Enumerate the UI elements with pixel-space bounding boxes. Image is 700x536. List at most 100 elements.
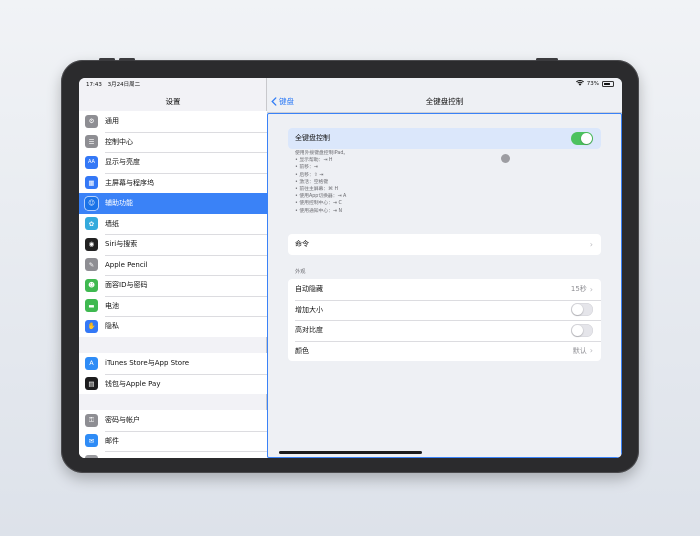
status-time: 17:43 bbox=[86, 82, 102, 88]
sidebar-item-0-9[interactable]: ▬ 电池 bbox=[79, 295, 267, 317]
shortcut-line: • 前移：⇥ bbox=[295, 165, 318, 171]
detail-navbar: 键盘 全键盘控制 bbox=[267, 90, 622, 113]
sidebar-item-1-1[interactable]: ▤ 钱包与Apple Pay bbox=[79, 373, 267, 395]
sidebar-item-label: iTunes Store与App Store bbox=[105, 359, 190, 368]
key-icon: ⚿ bbox=[85, 413, 98, 427]
face-id-icon: ☻ bbox=[85, 278, 98, 292]
toggles-icon: ☰ bbox=[85, 135, 98, 149]
wifi-icon bbox=[575, 79, 584, 88]
hand-icon: ✋ bbox=[85, 319, 98, 333]
ipad-screen: 17:43 3月24日周二 73% 设置 ⚙ 通用 ☰ 控制中心 AA 显示与亮度 ▦ 主屏幕… bbox=[79, 78, 622, 458]
volume-button bbox=[119, 58, 135, 61]
gear-icon: ⚙ bbox=[85, 114, 98, 128]
sidebar-group-accounts: ⚿ 密码与帐户 ✉ 邮件 bbox=[79, 410, 267, 458]
appearance-section-header: 外观 bbox=[295, 269, 306, 275]
appearance-row-label: 自动隐藏 bbox=[295, 285, 323, 294]
appearance-row-label: 增加大小 bbox=[295, 305, 323, 314]
shortcut-line: • 前往主屏幕：⌘ H bbox=[295, 187, 339, 193]
appearance-row-label: 高对比度 bbox=[295, 326, 323, 335]
appearance-row-value-group: 15秒 › bbox=[571, 284, 593, 294]
sidebar-item-label: 邮件 bbox=[105, 436, 119, 445]
sidebar-item-label: 面容ID与密码 bbox=[105, 281, 148, 290]
shortcut-line: • 激活：空格键 bbox=[295, 179, 329, 185]
sidebar-item-0-0[interactable]: ⚙ 通用 bbox=[79, 111, 267, 132]
volume-button bbox=[99, 58, 115, 61]
appearance-row-value: 默认 bbox=[572, 346, 587, 355]
appearance-row-value: 15秒 bbox=[570, 285, 587, 294]
status-date: 3月24日周二 bbox=[107, 82, 141, 88]
back-button[interactable]: 键盘 bbox=[271, 90, 294, 113]
sidebar-item-1-0[interactable]: AiTunes Store与App Store bbox=[79, 353, 267, 374]
chevron-right-icon: › bbox=[589, 346, 593, 356]
battery-icon: ▬ bbox=[85, 299, 98, 313]
description-intro: 使用外接键盘控制iPad。 bbox=[295, 151, 349, 156]
appearance-row-0[interactable]: 自动隐藏 15秒 › bbox=[288, 279, 601, 300]
pointer-cursor bbox=[501, 154, 510, 163]
appearance-toggle[interactable] bbox=[571, 323, 593, 337]
shortcut-line: • 使用控制中心：⇥ C bbox=[295, 201, 342, 207]
siri-icon: ◉ bbox=[85, 237, 98, 251]
sidebar-item-0-8[interactable]: ☻ 面容ID与密码 bbox=[79, 275, 267, 296]
sidebar-group-main: ⚙ 通用 ☰ 控制中心 AA 显示与亮度 ▦ 主屏幕与程序坞 ☺ 辅助功能 ✿ 墙纸 ◉ Siri与搜索 ✎… bbox=[79, 111, 267, 337]
sidebar-item-2-2[interactable] bbox=[79, 451, 267, 458]
full-keyboard-access-label: 全键盘控制 bbox=[295, 134, 330, 143]
sidebar-item-0-4[interactable]: ☺ 辅助功能 bbox=[79, 193, 267, 214]
sidebar-item-0-6[interactable]: ◉ Siri与搜索 bbox=[79, 234, 267, 255]
sidebar-item-0-5[interactable]: ✿ 墙纸 bbox=[79, 214, 267, 235]
sidebar-group-stores: AiTunes Store与App Store ▤ 钱包与Apple Pay bbox=[79, 353, 267, 394]
sidebar-item-0-7[interactable]: ✎ Apple Pencil bbox=[79, 254, 267, 276]
sidebar-item-2-0[interactable]: ⚿ 密码与帐户 bbox=[79, 410, 267, 431]
commands-card: 命令 › bbox=[288, 234, 601, 255]
shortcut-line: • 使用App切换器：⇥ A bbox=[295, 194, 347, 200]
flower-icon: ✿ bbox=[85, 217, 98, 231]
shortcut-description: 使用外接键盘控制iPad。 • 显示帮助：⇥ H • 前移：⇥ • 后移：⇧ ⇥ • 激… bbox=[295, 150, 595, 215]
appearance-card: 自动隐藏 15秒 › 增加大小 高对比度 颜色 默认 › bbox=[288, 279, 601, 361]
sidebar-item-0-2[interactable]: AA 显示与亮度 bbox=[79, 152, 267, 173]
battery-percent: 73% bbox=[586, 81, 599, 87]
shortcut-line: • 后移：⇧ ⇥ bbox=[295, 172, 324, 178]
accessibility-icon: ☺ bbox=[85, 196, 98, 210]
sidebar-item-0-1[interactable]: ☰ 控制中心 bbox=[79, 131, 267, 153]
chevron-left-icon bbox=[271, 97, 277, 106]
sidebar-item-label: 隐私 bbox=[105, 322, 119, 331]
home-indicator[interactable] bbox=[279, 451, 422, 454]
full-keyboard-access-toggle[interactable] bbox=[571, 131, 593, 145]
sidebar-item-label: 钱包与Apple Pay bbox=[105, 379, 161, 388]
detail-title: 全键盘控制 bbox=[425, 96, 464, 106]
text-size-icon: AA bbox=[85, 155, 98, 169]
home-grid-icon: ▦ bbox=[85, 176, 98, 190]
full-keyboard-access-row[interactable]: 全键盘控制 bbox=[288, 128, 601, 149]
shortcut-line: • 显示帮助：⇥ H bbox=[295, 158, 333, 164]
battery-icon bbox=[602, 81, 614, 87]
commands-label: 命令 bbox=[295, 240, 309, 249]
appearance-row-3[interactable]: 颜色 默认 › bbox=[288, 340, 601, 362]
sidebar-item-label: 墙纸 bbox=[105, 219, 119, 228]
appearance-row-1[interactable]: 增加大小 bbox=[288, 299, 601, 321]
appearance-toggle[interactable] bbox=[571, 303, 593, 317]
power-button bbox=[536, 58, 558, 61]
sidebar-item-label: 通用 bbox=[105, 117, 119, 126]
status-bar: 17:43 3月24日周二 73% bbox=[79, 78, 622, 90]
appearance-row-2[interactable]: 高对比度 bbox=[288, 320, 601, 341]
back-label: 键盘 bbox=[279, 97, 294, 106]
sidebar-item-label: Siri与搜索 bbox=[105, 240, 138, 249]
contacts-icon bbox=[85, 454, 98, 458]
sidebar-item-0-10[interactable]: ✋ 隐私 bbox=[79, 316, 267, 337]
chevron-right-icon: › bbox=[589, 239, 593, 249]
main-toggle-card: 全键盘控制 bbox=[288, 128, 601, 149]
sidebar-item-0-3[interactable]: ▦ 主屏幕与程序坞 bbox=[79, 172, 267, 194]
mail-icon: ✉ bbox=[85, 434, 98, 448]
pencil-icon: ✎ bbox=[85, 258, 98, 272]
sidebar-item-label: 电池 bbox=[105, 301, 119, 310]
wallet-icon: ▤ bbox=[85, 377, 98, 391]
sidebar-item-2-1[interactable]: ✉ 邮件 bbox=[79, 430, 267, 452]
sidebar-item-label: 控制中心 bbox=[105, 137, 133, 146]
app-store-icon: A bbox=[85, 356, 98, 370]
appearance-row-label: 颜色 bbox=[295, 346, 309, 355]
sidebar-item-label: Apple Pencil bbox=[105, 260, 148, 269]
sidebar-item-label: 密码与帐户 bbox=[105, 416, 140, 425]
appearance-row-value-group: 默认 › bbox=[573, 346, 593, 356]
shortcut-line: • 使用通知中心：⇥ N bbox=[295, 208, 343, 214]
commands-row[interactable]: 命令 › bbox=[288, 234, 601, 255]
sidebar-title: 设置 bbox=[79, 90, 267, 113]
